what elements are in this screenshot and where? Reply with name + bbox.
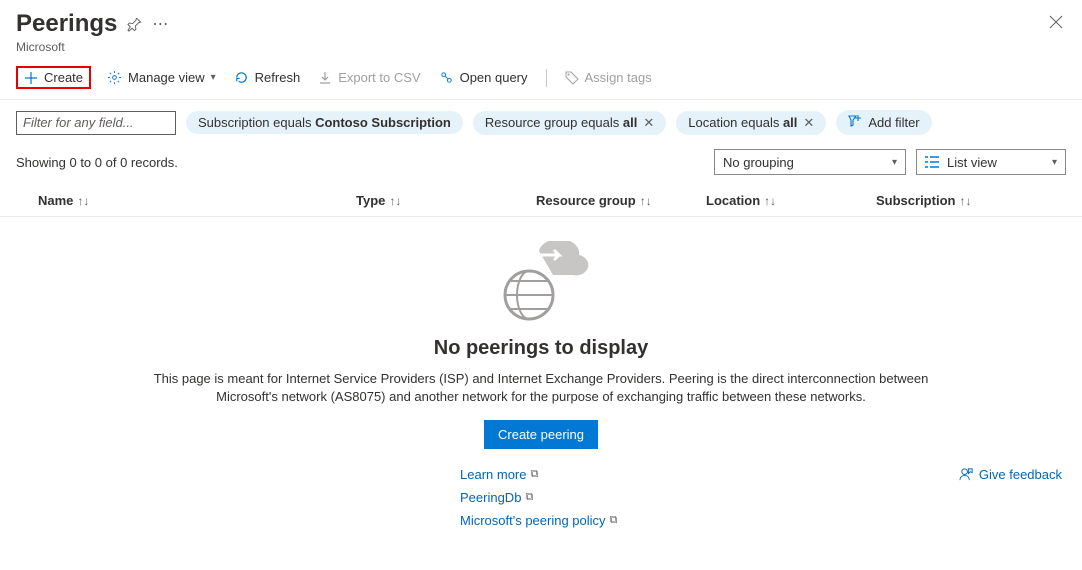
- record-count: Showing 0 to 0 of 0 records.: [16, 155, 178, 170]
- close-icon[interactable]: ✕: [803, 115, 814, 131]
- empty-state: No peerings to display This page is mean…: [0, 217, 1082, 528]
- command-bar: Create Manage view ▾ Refresh Export to C…: [0, 58, 1082, 100]
- chevron-down-icon: ▾: [892, 157, 897, 168]
- refresh-icon: [234, 70, 249, 85]
- view-dropdown[interactable]: List view ▾: [916, 149, 1066, 175]
- gear-icon: [107, 70, 122, 85]
- pin-icon[interactable]: [127, 17, 142, 32]
- assign-tags-button: Assign tags: [563, 68, 654, 87]
- page-header: Peerings ⋯ Microsoft: [0, 0, 1082, 58]
- open-query-button[interactable]: Open query: [437, 68, 530, 87]
- refresh-button[interactable]: Refresh: [232, 68, 303, 87]
- sort-icon: ↑↓: [764, 194, 776, 208]
- external-link-icon: ⧉: [525, 491, 533, 504]
- create-peering-button[interactable]: Create peering: [484, 420, 598, 449]
- column-subscription[interactable]: Subscription↑↓: [876, 193, 1046, 208]
- learn-more-link[interactable]: Learn more ⧉: [460, 467, 538, 482]
- plus-icon: [24, 71, 38, 85]
- column-location[interactable]: Location↑↓: [706, 193, 876, 208]
- filter-pill-location[interactable]: Location equals all ✕: [676, 111, 826, 135]
- create-button[interactable]: Create: [16, 66, 91, 89]
- sort-icon: ↑↓: [959, 194, 971, 208]
- peering-policy-link[interactable]: Microsoft's peering policy ⧉: [460, 513, 617, 528]
- empty-description: This page is meant for Internet Service …: [131, 370, 951, 406]
- column-name[interactable]: Name↑↓: [16, 193, 356, 208]
- list-icon: [925, 156, 939, 168]
- filter-bar: Subscription equals Contoso Subscription…: [0, 100, 1082, 143]
- add-filter-button[interactable]: Add filter: [836, 110, 931, 135]
- give-feedback-link[interactable]: Give feedback: [959, 467, 1062, 482]
- column-resource-group[interactable]: Resource group↑↓: [536, 193, 706, 208]
- filter-input[interactable]: [16, 111, 176, 135]
- chevron-down-icon: ▾: [1052, 157, 1057, 168]
- close-icon[interactable]: ✕: [643, 115, 654, 131]
- download-icon: [318, 71, 332, 85]
- page-subtitle: Microsoft: [16, 40, 1066, 54]
- external-link-icon: ⧉: [530, 468, 538, 481]
- tag-icon: [565, 71, 579, 85]
- toolbar-divider: [546, 69, 547, 87]
- external-link-icon: ⧉: [610, 514, 618, 527]
- feedback-icon: [959, 467, 974, 482]
- status-row: Showing 0 to 0 of 0 records. No grouping…: [0, 143, 1082, 185]
- manage-view-button[interactable]: Manage view ▾: [105, 68, 218, 87]
- sort-icon: ↑↓: [389, 194, 401, 208]
- query-icon: [439, 70, 454, 85]
- sort-icon: ↑↓: [640, 194, 652, 208]
- filter-pill-resource-group[interactable]: Resource group equals all ✕: [473, 111, 666, 135]
- close-button[interactable]: [1044, 10, 1068, 34]
- table-header: Name↑↓ Type↑↓ Resource group↑↓ Location↑…: [0, 185, 1082, 217]
- peeringdb-link[interactable]: PeeringDb ⧉: [460, 490, 533, 505]
- filter-pill-subscription[interactable]: Subscription equals Contoso Subscription: [186, 111, 463, 134]
- sort-icon: ↑↓: [77, 194, 89, 208]
- add-filter-icon: [848, 114, 862, 131]
- page-title: Peerings: [16, 10, 117, 38]
- grouping-dropdown[interactable]: No grouping ▾: [714, 149, 906, 175]
- empty-illustration: [0, 241, 1082, 323]
- export-csv-button: Export to CSV: [316, 68, 422, 87]
- more-icon[interactable]: ⋯: [152, 14, 169, 34]
- column-type[interactable]: Type↑↓: [356, 193, 536, 208]
- empty-title: No peerings to display: [0, 337, 1082, 360]
- chevron-down-icon: ▾: [211, 72, 216, 83]
